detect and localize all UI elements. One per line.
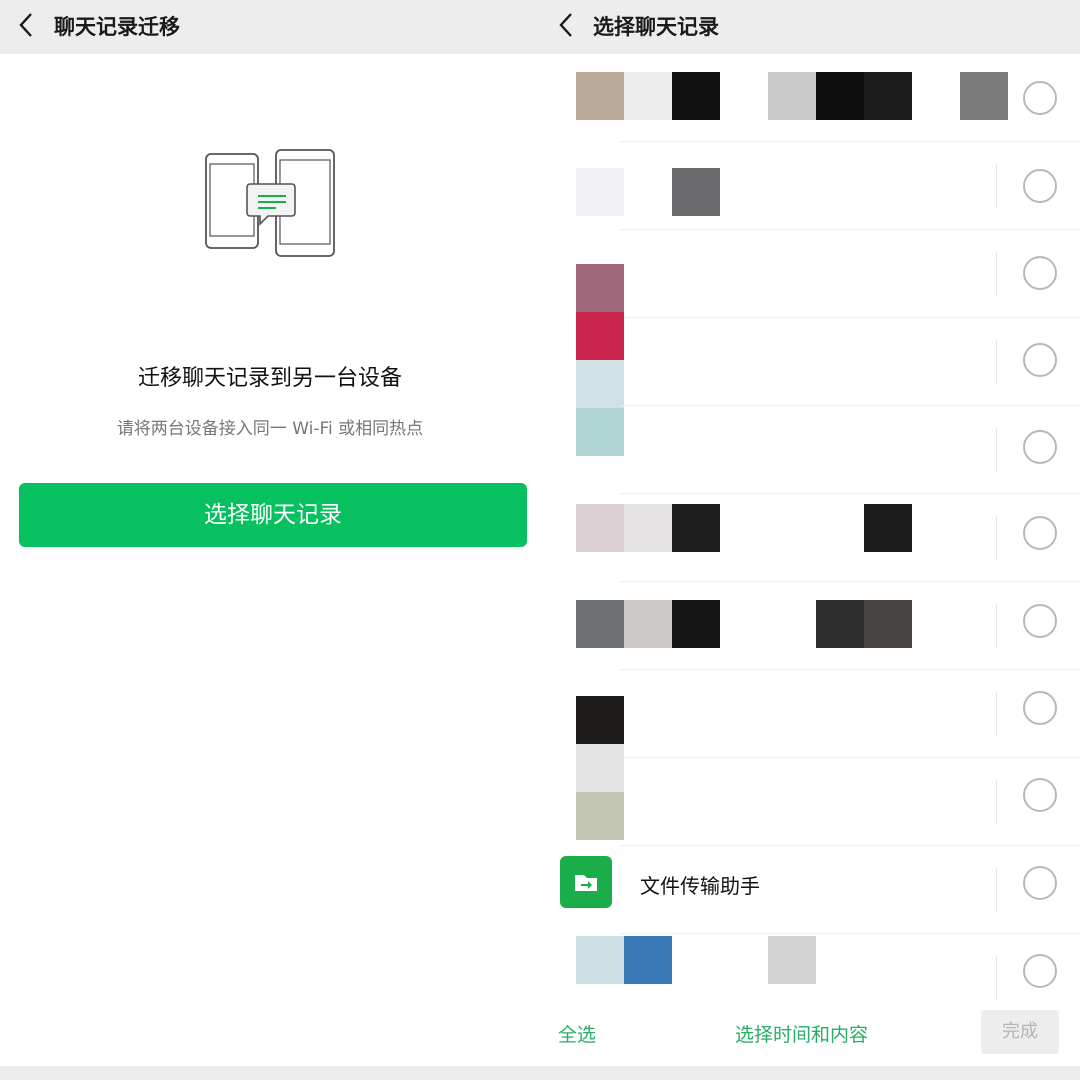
redacted-block <box>768 936 816 984</box>
chat-row[interactable] <box>540 142 1080 230</box>
bottom-strip <box>0 1066 1080 1080</box>
redacted-block <box>576 792 624 840</box>
divider <box>996 252 997 296</box>
redacted-avatar <box>576 600 624 648</box>
redacted-avatar <box>576 168 624 216</box>
redacted-block <box>864 504 912 552</box>
top-bar: 聊天记录迁移 <box>0 0 540 54</box>
redacted-block <box>576 360 624 408</box>
select-radio[interactable] <box>1023 256 1057 290</box>
chat-row[interactable] <box>540 494 1080 582</box>
select-radio[interactable] <box>1023 691 1057 725</box>
redacted-avatar <box>576 72 624 120</box>
select-radio[interactable] <box>1023 343 1057 377</box>
back-icon[interactable] <box>16 8 36 51</box>
redacted-block <box>624 600 672 648</box>
chat-row-file-transfer[interactable]: 文件传输助手 <box>540 846 1080 934</box>
divider <box>996 780 997 824</box>
select-chat-history-button[interactable]: 选择聊天记录 <box>19 483 527 547</box>
redacted-avatar <box>576 264 624 312</box>
redacted-avatar <box>576 936 624 984</box>
divider <box>996 868 997 912</box>
select-radio[interactable] <box>1023 954 1057 988</box>
redacted-block <box>816 600 864 648</box>
select-radio[interactable] <box>1023 169 1057 203</box>
chat-row[interactable] <box>540 744 1080 846</box>
select-radio[interactable] <box>1023 866 1057 900</box>
redacted-block <box>624 504 672 552</box>
chat-row[interactable] <box>540 54 1080 142</box>
redacted-block <box>864 72 912 120</box>
select-radio[interactable] <box>1023 516 1057 550</box>
select-radio[interactable] <box>1023 430 1057 464</box>
redacted-avatar <box>576 312 624 360</box>
redacted-avatar <box>576 696 624 744</box>
redacted-block <box>768 72 816 120</box>
chat-row[interactable] <box>540 406 1080 494</box>
file-transfer-icon <box>560 856 612 908</box>
chat-row[interactable] <box>540 230 1080 318</box>
divider <box>996 428 997 472</box>
select-radio[interactable] <box>1023 778 1057 812</box>
redacted-block <box>672 600 720 648</box>
divider <box>996 692 997 736</box>
chat-row[interactable] <box>540 312 1080 408</box>
redacted-block <box>864 600 912 648</box>
redacted-block <box>960 72 1008 120</box>
migration-screen: 聊天记录迁移 迁移聊天记录到另一台设备 请将两台设备接入同一 Wi-Fi 或相同… <box>0 0 540 1080</box>
select-all-button[interactable]: 全选 <box>558 1020 596 1047</box>
headline: 迁移聊天记录到另一台设备 <box>137 366 402 391</box>
done-button[interactable]: 完成 <box>981 1010 1059 1054</box>
divider <box>996 604 997 648</box>
redacted-block <box>672 504 720 552</box>
select-history-screen: 选择聊天记录 文件传输助手 全选 选择时间和内容 完成 <box>540 0 1080 1080</box>
page-title: 选择聊天记录 <box>593 15 719 39</box>
divider <box>996 164 997 208</box>
chat-row[interactable] <box>540 582 1080 670</box>
redacted-block <box>672 72 720 120</box>
subline: 请将两台设备接入同一 Wi-Fi 或相同热点 <box>116 419 424 439</box>
redacted-avatar <box>576 744 624 792</box>
back-icon[interactable] <box>556 8 576 51</box>
bottom-bar: 全选 选择时间和内容 完成 <box>540 1000 1080 1066</box>
select-time-content-button[interactable]: 选择时间和内容 <box>735 1020 868 1047</box>
redacted-block <box>624 72 672 120</box>
divider <box>996 956 997 1000</box>
select-radio[interactable] <box>1023 604 1057 638</box>
chat-name: 文件传输助手 <box>640 874 760 898</box>
phone-transfer-illustration <box>200 148 340 268</box>
redacted-avatar <box>576 408 624 456</box>
page-title: 聊天记录迁移 <box>54 15 180 39</box>
redacted-block <box>816 72 864 120</box>
divider <box>996 340 997 384</box>
redacted-block <box>624 936 672 984</box>
redacted-avatar <box>576 504 624 552</box>
select-radio[interactable] <box>1023 81 1057 115</box>
redacted-block <box>672 168 720 216</box>
divider <box>996 516 997 560</box>
top-bar: 选择聊天记录 <box>540 0 1080 54</box>
